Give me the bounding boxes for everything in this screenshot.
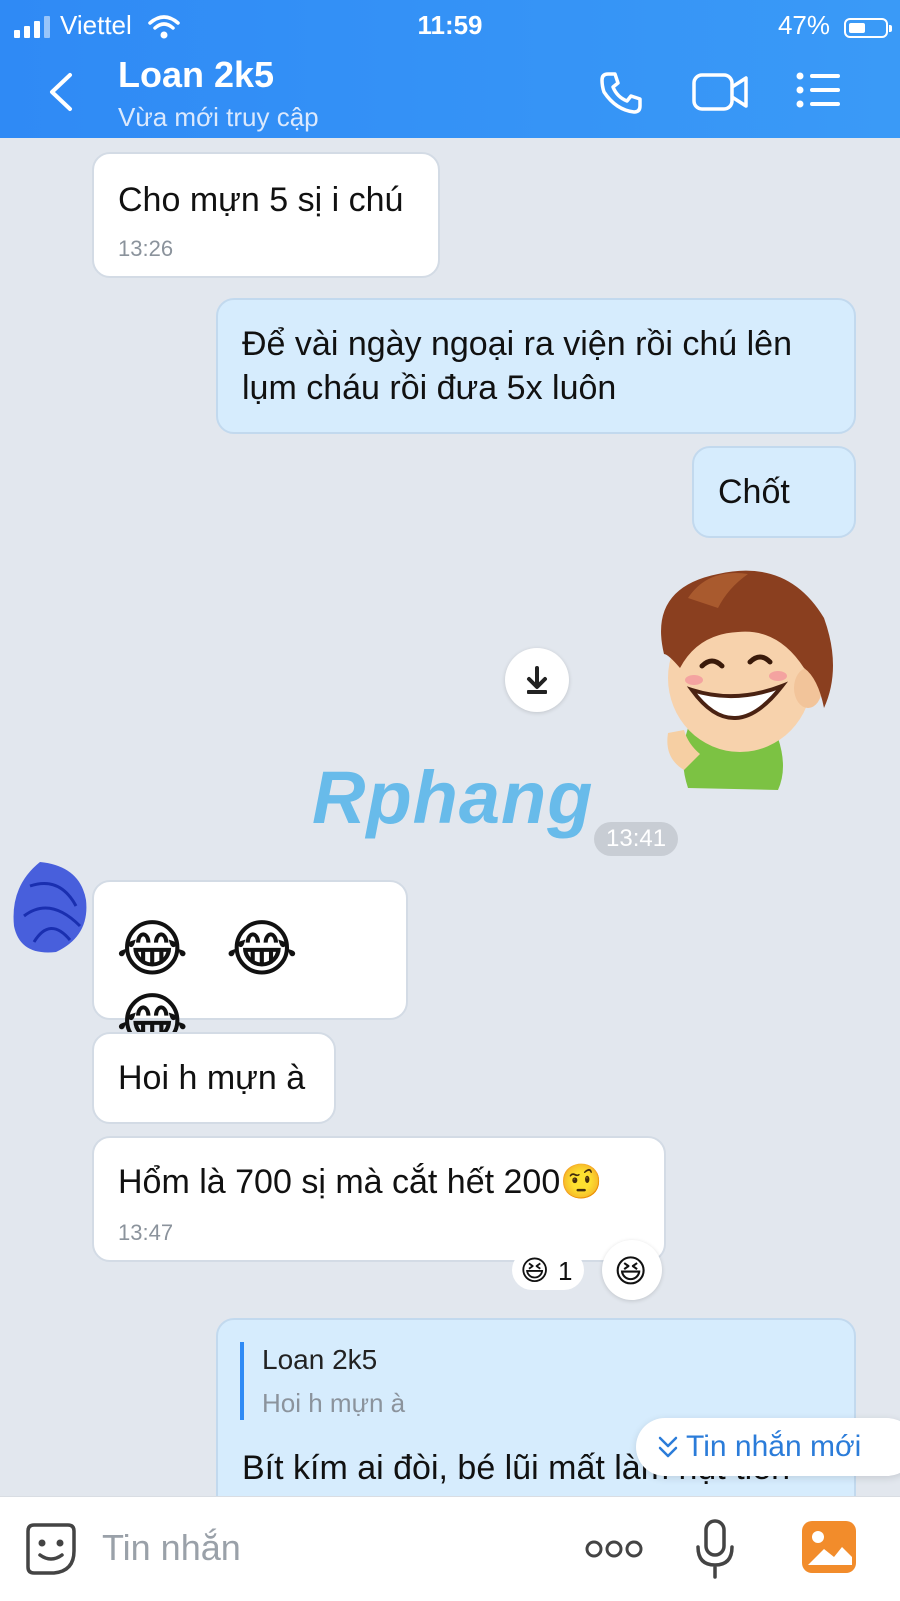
laughing-face-icon: 😆 [614, 1253, 648, 1289]
sticker-emoji-icon[interactable] [24, 1521, 78, 1577]
time-pill: 13:41 [594, 822, 679, 856]
watermark-logo: Rphang [312, 756, 594, 839]
phone-call-icon[interactable] [598, 70, 644, 116]
battery-icon [844, 18, 892, 38]
message-bubble-incoming[interactable]: Hổm là 700 sị mà cắt hết 200🤨 13:47 [92, 1136, 666, 1262]
double-chevron-down-icon [658, 1436, 678, 1458]
clock: 11:59 [417, 10, 483, 40]
message-timestamp: 13:26 [118, 236, 174, 261]
message-bubble-outgoing[interactable]: Chốt [692, 446, 856, 538]
message-bubble-incoming[interactable]: 😂 😂 😂 [92, 880, 408, 1057]
message-bubble-outgoing[interactable]: Để vài ngày ngoại ra viện rồi chú lên lụ… [216, 298, 856, 434]
menu-list-icon[interactable] [796, 72, 842, 108]
message-text: Để vài ngày ngoại ra viện rồi chú lên lụ… [242, 325, 792, 407]
message-text: Hoi h mựn à [118, 1059, 306, 1097]
avatar[interactable] [10, 856, 90, 956]
quote-author: Loan 2k5 [262, 1344, 378, 1375]
message-timestamp: 13:47 [118, 1220, 174, 1245]
new-messages-label: Tin nhắn mới [686, 1430, 862, 1463]
laughing-face-icon: 😆 [520, 1255, 550, 1286]
download-button[interactable] [505, 648, 569, 712]
reaction-summary[interactable]: 😆 1 [512, 1250, 584, 1290]
message-bubble-incoming[interactable]: Hoi h mựn à [92, 1032, 336, 1124]
contact-name[interactable]: Loan 2k5 [118, 54, 274, 96]
message-input-bar: Tin nhắn [0, 1496, 900, 1601]
battery-percent: 47% [777, 10, 830, 40]
grinning-boy-sticker[interactable] [628, 558, 842, 798]
add-reaction-button[interactable]: 😆 [602, 1240, 662, 1300]
reaction-count: 1 [558, 1256, 573, 1286]
message-text: Hổm là 700 sị mà cắt hết 200🤨 [118, 1163, 603, 1201]
new-messages-button[interactable]: Tin nhắn mới [636, 1418, 900, 1476]
message-text: Chốt [718, 473, 790, 511]
quote-text: Hoi h mựn à [262, 1388, 406, 1418]
download-icon [527, 666, 547, 694]
quote-bar [240, 1342, 244, 1420]
video-call-icon[interactable] [692, 72, 748, 112]
message-text: Cho mựn 5 sị i chú [118, 181, 404, 219]
message-input[interactable]: Tin nhắn [102, 1527, 241, 1569]
more-options-icon[interactable] [584, 1539, 644, 1559]
message-bubble-incoming[interactable]: Cho mựn 5 sị i chú 13:26 [92, 152, 440, 278]
image-gallery-icon[interactable] [802, 1521, 856, 1573]
status-bar: Viettel 11:59 47% [0, 6, 900, 44]
back-arrow-icon[interactable] [46, 72, 76, 112]
chat-header: Viettel 11:59 47% Loan 2k5 Vừa mới truy … [0, 0, 900, 138]
last-seen-status: Vừa mới truy cập [118, 102, 319, 132]
microphone-icon[interactable] [694, 1519, 736, 1579]
